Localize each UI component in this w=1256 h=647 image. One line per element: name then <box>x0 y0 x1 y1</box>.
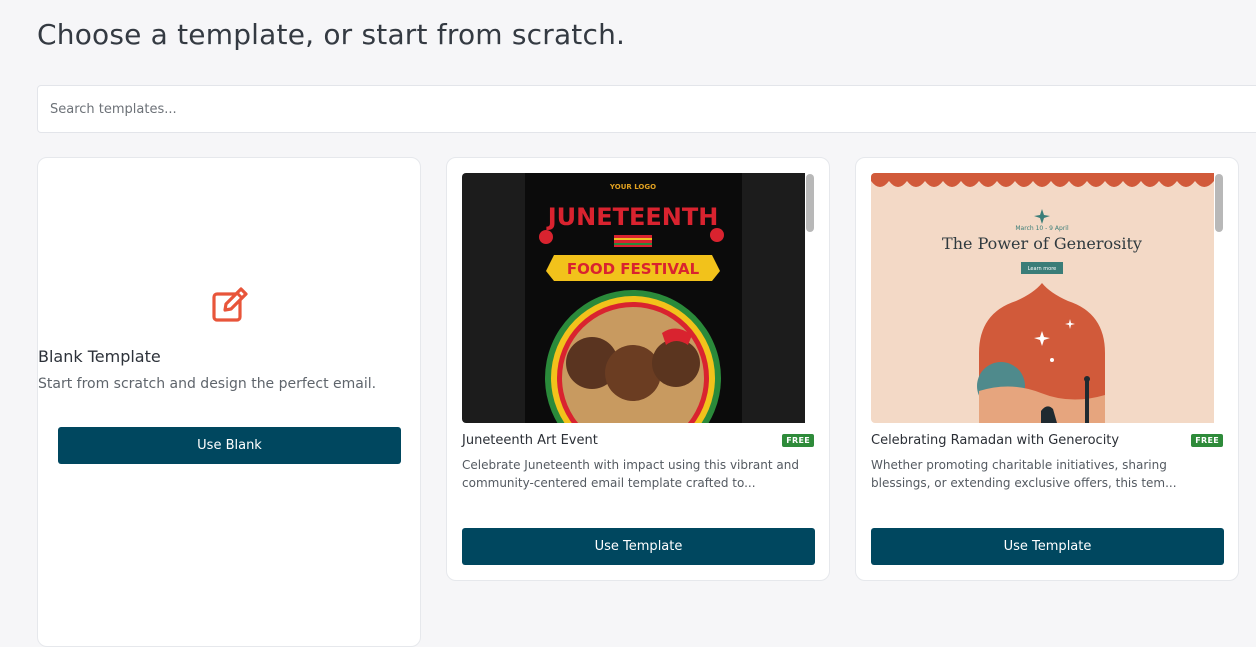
template-thumbnail[interactable]: YOUR LOGO JUNETEENTH FOOD FESTIVAL <box>462 173 815 423</box>
ramadan-preview-image: March 10 - 9 April The Power of Generosi… <box>871 173 1214 423</box>
thumbnail-scrollbar[interactable] <box>805 173 815 423</box>
thumb-headline: The Power of Generosity <box>942 234 1142 253</box>
template-description: Whether promoting charitable initiatives… <box>871 458 1177 490</box>
edit-icon <box>212 287 248 322</box>
blank-template-card: Blank Template Start from scratch and de… <box>37 157 421 647</box>
blank-template-subtitle: Start from scratch and design the perfec… <box>38 376 377 392</box>
use-template-button[interactable]: Use Template <box>462 528 815 565</box>
free-badge: FREE <box>1191 434 1223 447</box>
free-badge: FREE <box>782 434 814 447</box>
page-title: Choose a template, or start from scratch… <box>37 18 626 51</box>
thumb-banner: FOOD FESTIVAL <box>567 260 700 278</box>
template-title: Celebrating Ramadan with Generocity <box>871 433 1120 448</box>
thumb-date: March 10 - 9 April <box>1015 225 1069 232</box>
template-description: Celebrate Juneteenth with impact using t… <box>462 458 799 490</box>
use-blank-button[interactable]: Use Blank <box>58 427 401 464</box>
search-input[interactable] <box>37 85 1256 133</box>
template-title: Juneteenth Art Event <box>462 433 598 448</box>
template-thumbnail[interactable]: March 10 - 9 April The Power of Generosi… <box>871 173 1224 423</box>
thumbnail-scrollbar[interactable] <box>1214 173 1224 423</box>
blank-template-title: Blank Template <box>38 347 161 366</box>
juneteenth-preview-image: YOUR LOGO JUNETEENTH FOOD FESTIVAL <box>462 173 805 423</box>
thumb-logo-text: YOUR LOGO <box>609 183 656 191</box>
thumb-cta: Learn more <box>1028 266 1057 272</box>
thumb-headline: JUNETEENTH <box>546 203 719 231</box>
drum-graphic <box>614 235 652 247</box>
template-card-ramadan: March 10 - 9 April The Power of Generosi… <box>855 157 1239 581</box>
use-template-button[interactable]: Use Template <box>871 528 1224 565</box>
template-card-juneteenth: YOUR LOGO JUNETEENTH FOOD FESTIVAL Junet… <box>446 157 830 581</box>
